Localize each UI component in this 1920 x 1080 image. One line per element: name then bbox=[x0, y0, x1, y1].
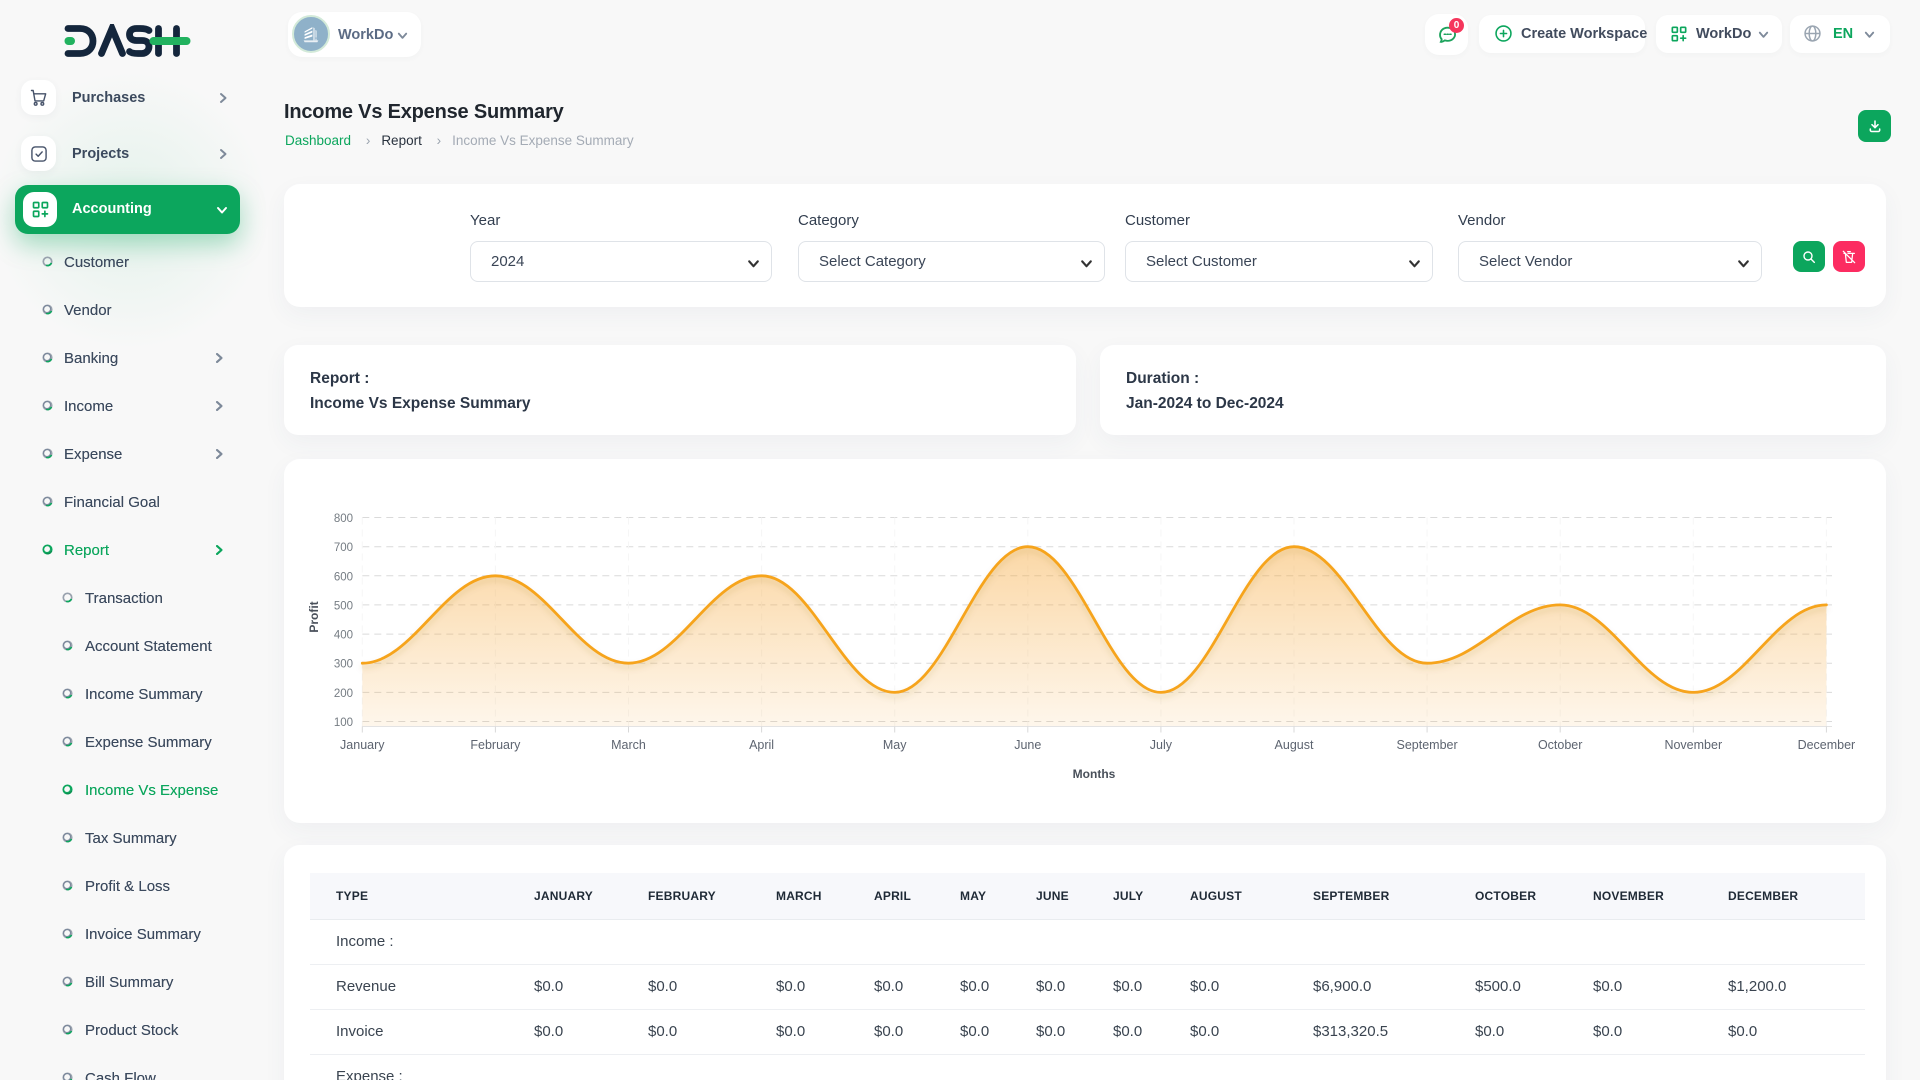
svg-text:600: 600 bbox=[334, 571, 353, 583]
svg-text:December: December bbox=[1798, 738, 1856, 752]
svg-text:400: 400 bbox=[334, 630, 353, 642]
svg-text:Profit: Profit bbox=[307, 601, 321, 632]
svg-text:800: 800 bbox=[334, 513, 353, 525]
svg-text:300: 300 bbox=[334, 659, 353, 671]
svg-text:January: January bbox=[340, 738, 385, 752]
svg-text:March: March bbox=[611, 738, 646, 752]
svg-text:October: October bbox=[1538, 738, 1582, 752]
svg-text:April: April bbox=[749, 738, 774, 752]
svg-text:500: 500 bbox=[334, 600, 353, 612]
svg-text:November: November bbox=[1664, 738, 1722, 752]
svg-text:Months: Months bbox=[1073, 767, 1116, 781]
svg-text:August: August bbox=[1275, 738, 1314, 752]
svg-text:July: July bbox=[1150, 738, 1173, 752]
svg-text:June: June bbox=[1014, 738, 1041, 752]
svg-text:May: May bbox=[883, 738, 907, 752]
svg-text:September: September bbox=[1397, 738, 1458, 752]
svg-text:100: 100 bbox=[334, 717, 353, 729]
svg-text:200: 200 bbox=[334, 688, 353, 700]
svg-text:February: February bbox=[470, 738, 521, 752]
svg-text:700: 700 bbox=[334, 542, 353, 554]
